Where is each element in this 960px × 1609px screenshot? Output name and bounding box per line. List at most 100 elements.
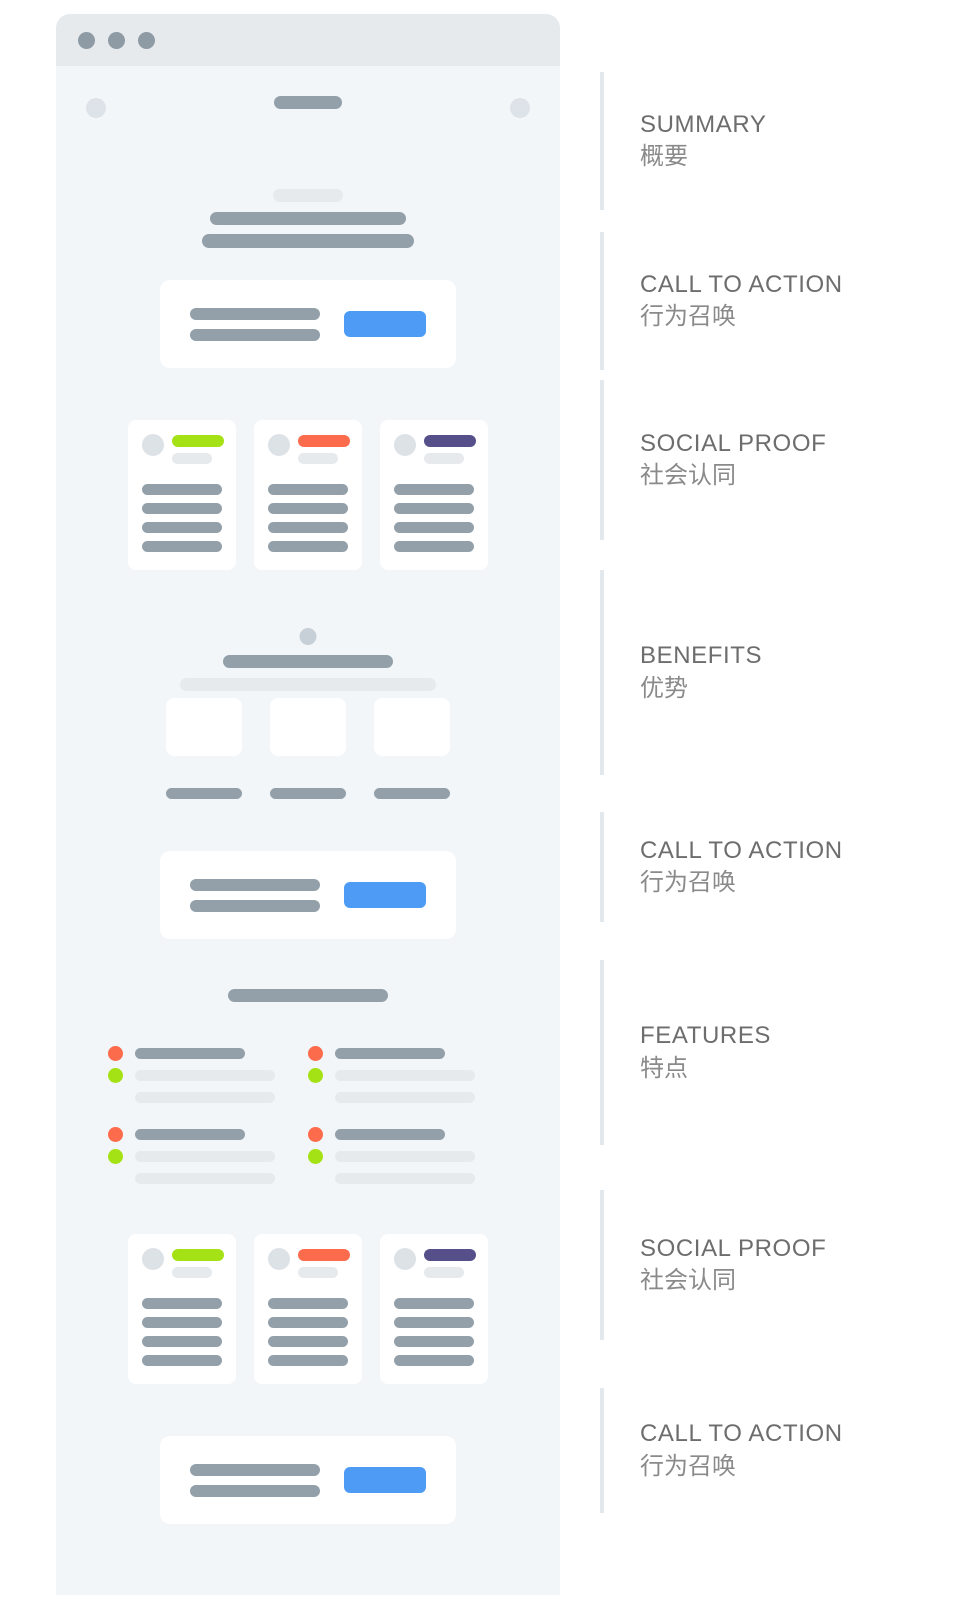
annotation-label-cn: 优势 bbox=[640, 673, 688, 702]
annotation-label-cn: 行为召唤 bbox=[640, 1451, 736, 1480]
hero-headline-placeholder bbox=[210, 212, 406, 225]
section-social-proof-2 bbox=[56, 1234, 560, 1384]
testimonial-line bbox=[394, 484, 474, 495]
feature-title-row bbox=[308, 1127, 478, 1142]
testimonial-line bbox=[268, 1336, 348, 1347]
section-cta-3 bbox=[56, 1436, 560, 1524]
feature-title-placeholder bbox=[335, 1129, 445, 1140]
page-canvas bbox=[56, 66, 560, 1524]
benefit-item[interactable] bbox=[270, 698, 346, 799]
testimonial-header bbox=[268, 434, 350, 464]
features-title-placeholder bbox=[228, 989, 388, 1002]
testimonial-line bbox=[394, 1336, 474, 1347]
features-grid bbox=[56, 1046, 560, 1186]
testimonial-role-bar bbox=[298, 453, 338, 464]
feature-primary-dot-icon bbox=[308, 1127, 323, 1142]
testimonial-card[interactable] bbox=[380, 1234, 488, 1384]
section-benefits bbox=[56, 618, 560, 799]
feature-item[interactable] bbox=[308, 1046, 478, 1105]
testimonial-meta bbox=[172, 1248, 224, 1278]
cta-text-placeholder bbox=[190, 1463, 320, 1497]
testimonial-card[interactable] bbox=[128, 420, 236, 570]
testimonial-card[interactable] bbox=[254, 420, 362, 570]
annotation-label-cn: 行为召唤 bbox=[640, 302, 736, 331]
testimonial-role-bar bbox=[298, 1267, 338, 1278]
annotation-label-en: SUMMARY bbox=[640, 110, 767, 138]
avatar bbox=[142, 1248, 164, 1270]
cta-card bbox=[160, 1436, 456, 1524]
annotation-label-en: SOCIAL PROOF bbox=[640, 1234, 827, 1262]
feature-secondary-dot-icon bbox=[308, 1149, 323, 1164]
feature-title-placeholder bbox=[135, 1129, 245, 1140]
testimonial-line bbox=[268, 1355, 348, 1366]
annotation-call-to-action-1: CALL TO ACTION 行为召唤 bbox=[600, 232, 843, 370]
feature-sub-placeholder bbox=[135, 1070, 275, 1081]
benefits-icon bbox=[299, 628, 317, 645]
testimonial-card[interactable] bbox=[254, 1234, 362, 1384]
testimonial-line bbox=[394, 1317, 474, 1328]
avatar bbox=[268, 434, 290, 456]
testimonial-meta bbox=[298, 1248, 350, 1278]
testimonial-line bbox=[142, 541, 222, 552]
testimonial-body bbox=[268, 484, 348, 552]
annotation-label-en: CALL TO ACTION bbox=[640, 1420, 843, 1448]
feature-title-row bbox=[108, 1046, 278, 1061]
annotation-social-proof-1: SOCIAL PROOF 社会认同 bbox=[600, 380, 826, 540]
testimonial-header bbox=[142, 1248, 224, 1278]
cta-button[interactable] bbox=[344, 882, 426, 908]
feature-sub-row bbox=[308, 1090, 478, 1105]
annotation-label-cn: 社会认同 bbox=[640, 1266, 736, 1295]
maximize-dot-icon[interactable] bbox=[138, 31, 155, 49]
testimonial-card[interactable] bbox=[380, 420, 488, 570]
feature-item[interactable] bbox=[108, 1127, 278, 1186]
feature-title-row bbox=[308, 1046, 478, 1061]
benefits-grid bbox=[56, 698, 560, 799]
annotation-call-to-action-2: CALL TO ACTION 行为召唤 bbox=[600, 812, 843, 922]
testimonial-line bbox=[394, 503, 474, 514]
feature-secondary-dot-icon bbox=[108, 1068, 123, 1083]
testimonial-role-bar bbox=[424, 453, 464, 464]
cta-line-1 bbox=[190, 1463, 320, 1476]
avatar bbox=[268, 1248, 290, 1270]
feature-sub-placeholder bbox=[335, 1092, 475, 1103]
section-cta-1 bbox=[56, 280, 560, 368]
feature-secondary-dot-icon bbox=[108, 1149, 123, 1164]
section-features bbox=[56, 989, 560, 1186]
annotation-label-cn: 特点 bbox=[640, 1053, 688, 1082]
minimize-dot-icon[interactable] bbox=[108, 31, 125, 49]
testimonial-name-bar bbox=[424, 1249, 476, 1261]
testimonial-body bbox=[394, 1298, 474, 1366]
avatar bbox=[142, 434, 164, 456]
testimonial-line bbox=[268, 503, 348, 514]
feature-spacer-icon bbox=[308, 1090, 323, 1105]
testimonial-line bbox=[268, 1317, 348, 1328]
annotation-features: FEATURES 特点 bbox=[600, 960, 771, 1145]
section-social-proof-1 bbox=[56, 420, 560, 570]
testimonial-role-bar bbox=[172, 1267, 212, 1278]
annotation-label-en: FEATURES bbox=[640, 1022, 772, 1050]
cta-card bbox=[160, 280, 456, 368]
feature-secondary-dot-icon bbox=[308, 1068, 323, 1083]
cta-line-2 bbox=[190, 1484, 320, 1497]
hero-subheadline-placeholder bbox=[202, 234, 414, 248]
feature-item[interactable] bbox=[108, 1046, 278, 1105]
benefit-item[interactable] bbox=[374, 698, 450, 799]
testimonial-line bbox=[394, 522, 474, 533]
benefit-item[interactable] bbox=[166, 698, 242, 799]
feature-sub-placeholder bbox=[135, 1151, 275, 1162]
feature-sub-placeholder bbox=[335, 1151, 475, 1162]
cta-button[interactable] bbox=[344, 1467, 426, 1493]
annotation-label-en: SOCIAL PROOF bbox=[640, 429, 827, 457]
annotation-label-en: CALL TO ACTION bbox=[640, 836, 843, 864]
testimonial-role-bar bbox=[172, 453, 212, 464]
cta-line-2 bbox=[190, 328, 320, 341]
feature-sub-row bbox=[108, 1090, 278, 1105]
cta-button[interactable] bbox=[344, 311, 426, 337]
feature-item[interactable] bbox=[308, 1127, 478, 1186]
testimonial-line bbox=[142, 484, 222, 495]
testimonial-card[interactable] bbox=[128, 1234, 236, 1384]
feature-primary-dot-icon bbox=[108, 1046, 123, 1061]
close-dot-icon[interactable] bbox=[78, 31, 95, 49]
hero-kicker-placeholder bbox=[273, 189, 343, 202]
benefits-subtitle-placeholder bbox=[180, 678, 436, 691]
